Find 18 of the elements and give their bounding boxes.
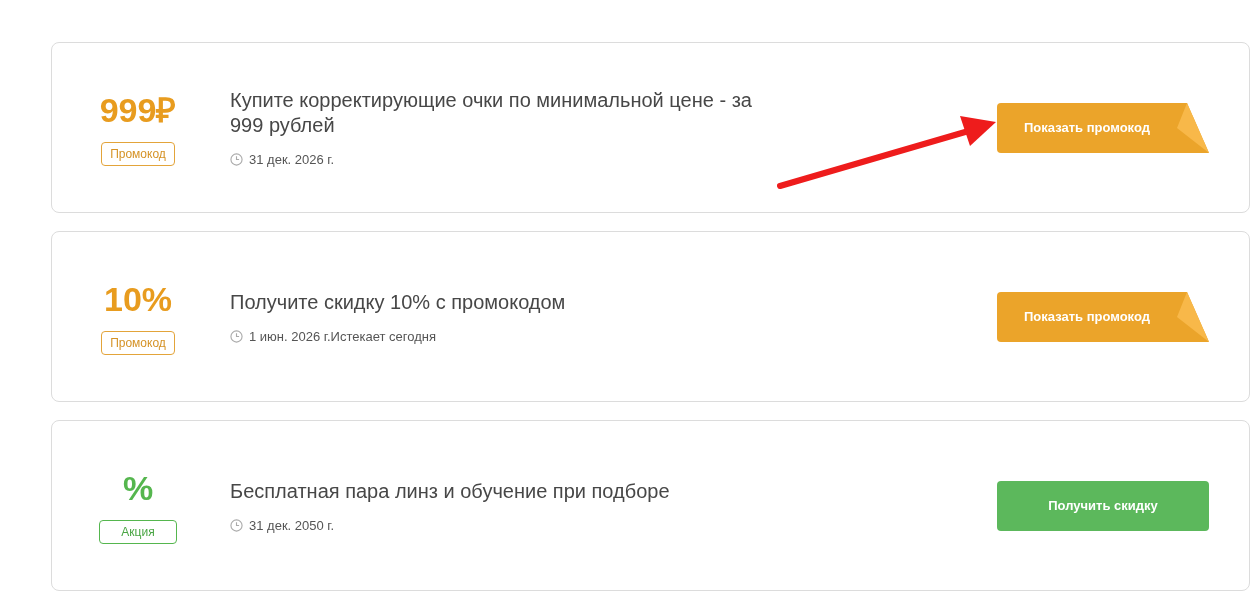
expiry-date: 31 дек. 2050 г. [249,517,335,533]
clock-icon [230,153,243,166]
offer-title: Купите корректирующие очки по минимальной цене - за 999 рублей [230,88,753,138]
clock-icon [230,518,243,532]
expiry-date: 31 дек. 2026 г. [249,152,335,167]
offer-type-badge: Промокод [101,330,175,355]
get-discount-button[interactable]: Получить скидку [997,480,1209,531]
show-promo-code-button[interactable]: Показать промокод [997,102,1209,153]
show-promo-code-button[interactable]: Показать промокод [997,291,1209,342]
offer-type-badge: Акция [99,519,177,544]
expiry-date: 1 июн. 2026 г. [249,328,331,344]
offer-type-badge: Промокод [101,141,175,166]
discount-value: 999₽ [99,89,177,130]
clock-icon [230,329,243,343]
offer-title: Получите скидку 10% с промокодом [230,289,567,315]
discount-value: 10% [103,278,173,319]
discount-value: % [122,467,154,508]
offer-title: Бесплатная пара линз и обучение при подборе [230,478,671,504]
